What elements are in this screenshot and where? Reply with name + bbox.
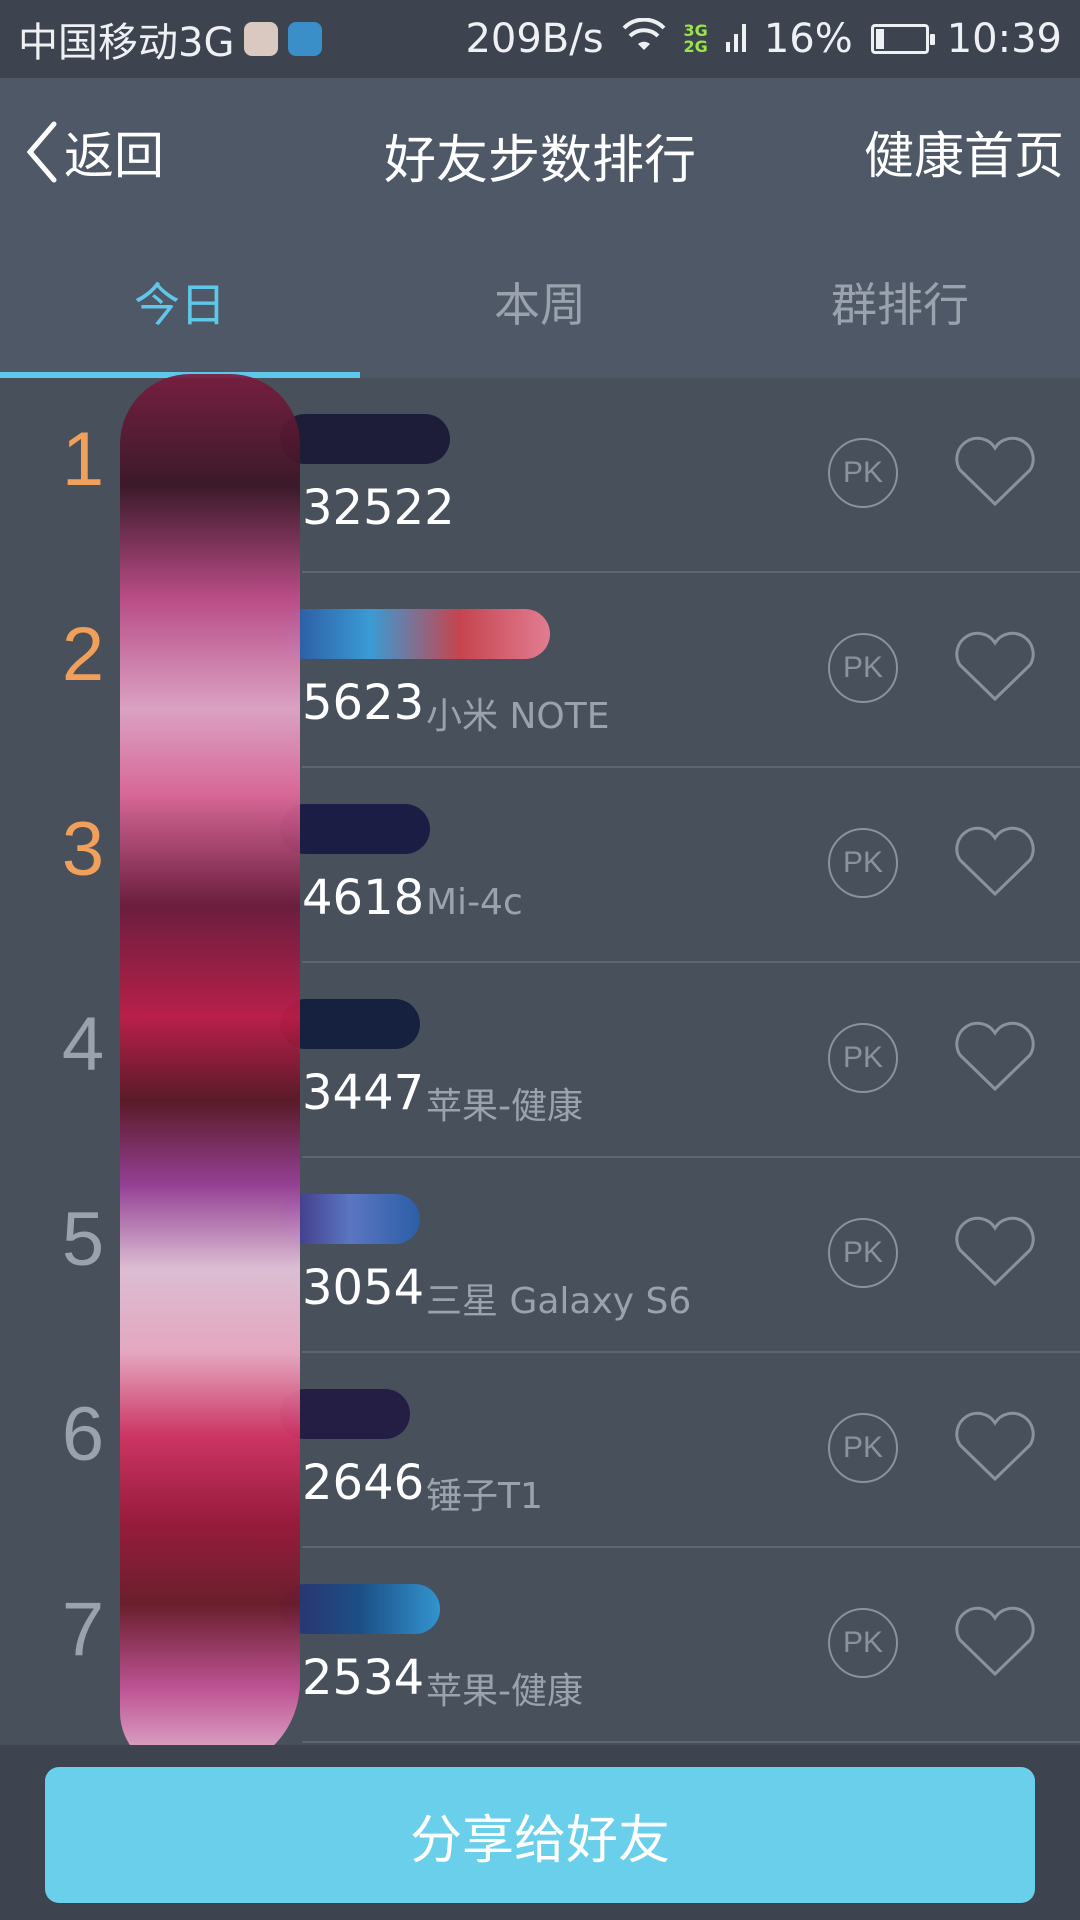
network-type-badge: 3G 2G bbox=[684, 23, 708, 55]
app-notification-icon bbox=[244, 22, 279, 56]
pk-button[interactable]: PK bbox=[828, 438, 898, 508]
device-label: 锤子T1 bbox=[426, 1476, 543, 1517]
rank-number: 6 bbox=[61, 1392, 105, 1477]
health-home-link[interactable]: 健康首页 bbox=[864, 116, 1064, 188]
step-count: 4618 bbox=[302, 870, 425, 926]
heart-icon[interactable] bbox=[952, 1021, 1038, 1093]
tab-bar: 今日 本周 群排行 bbox=[0, 226, 1080, 378]
battery-icon bbox=[870, 24, 935, 54]
pk-button[interactable]: PK bbox=[828, 1023, 898, 1093]
tab-today[interactable]: 今日 bbox=[0, 226, 360, 378]
pk-button[interactable]: PK bbox=[828, 828, 898, 898]
rank-number: 7 bbox=[61, 1587, 105, 1672]
redacted-name bbox=[280, 804, 430, 854]
wifi-icon bbox=[622, 16, 666, 62]
heart-icon[interactable] bbox=[952, 631, 1038, 703]
device-label: 苹果-健康 bbox=[426, 1671, 583, 1712]
battery-percent: 16% bbox=[763, 16, 853, 62]
redacted-name bbox=[280, 609, 550, 659]
rank-number: 2 bbox=[61, 612, 105, 697]
redacted-name bbox=[280, 414, 450, 464]
device-label: Mi-4c bbox=[426, 882, 523, 923]
rank-number: 5 bbox=[61, 1197, 105, 1282]
heart-icon[interactable] bbox=[952, 1411, 1038, 1483]
heart-icon[interactable] bbox=[952, 1216, 1038, 1288]
step-count: 2646 bbox=[302, 1455, 425, 1511]
signal-icon bbox=[725, 16, 746, 62]
redacted-name bbox=[280, 1584, 440, 1634]
heart-icon[interactable] bbox=[952, 436, 1038, 508]
tab-week[interactable]: 本周 bbox=[360, 226, 720, 378]
step-count: 3054 bbox=[302, 1260, 425, 1316]
health-app-icon bbox=[288, 22, 323, 56]
rank-number: 1 bbox=[61, 417, 105, 502]
step-count: 5623 bbox=[302, 675, 425, 731]
heart-icon[interactable] bbox=[952, 1606, 1038, 1678]
rank-number: 4 bbox=[61, 1002, 105, 1087]
pk-button[interactable]: PK bbox=[828, 1413, 898, 1483]
clock: 10:39 bbox=[946, 16, 1062, 62]
share-button[interactable]: 分享给好友 bbox=[45, 1767, 1035, 1903]
pk-button[interactable]: PK bbox=[828, 1608, 898, 1678]
device-label: 三星 Galaxy S6 bbox=[426, 1281, 692, 1322]
tab-group-ranking[interactable]: 群排行 bbox=[720, 226, 1080, 378]
heart-icon[interactable] bbox=[952, 826, 1038, 898]
redacted-name bbox=[280, 999, 420, 1049]
device-label: 小米 NOTE bbox=[426, 696, 610, 737]
pk-button[interactable]: PK bbox=[828, 633, 898, 703]
footer-bar: 分享给好友 bbox=[0, 1745, 1080, 1920]
app-header: 返回 好友步数排行 健康首页 bbox=[0, 78, 1080, 226]
step-count: 3447 bbox=[302, 1065, 425, 1121]
carrier-label: 中国移动3G bbox=[18, 20, 235, 66]
status-bar: 中国移动3G 209B/s 3G 2G 16% 10:39 bbox=[0, 0, 1080, 78]
net-2g-label: 2G bbox=[683, 37, 708, 56]
pk-button[interactable]: PK bbox=[828, 1218, 898, 1288]
device-label: 苹果-健康 bbox=[426, 1086, 583, 1127]
network-speed: 209B/s bbox=[465, 16, 604, 62]
step-count: 32522 bbox=[302, 480, 455, 536]
step-count: 2534 bbox=[302, 1650, 425, 1706]
redacted-name bbox=[280, 1194, 420, 1244]
avatar-mosaic bbox=[120, 374, 300, 1772]
rank-number: 3 bbox=[61, 807, 105, 892]
